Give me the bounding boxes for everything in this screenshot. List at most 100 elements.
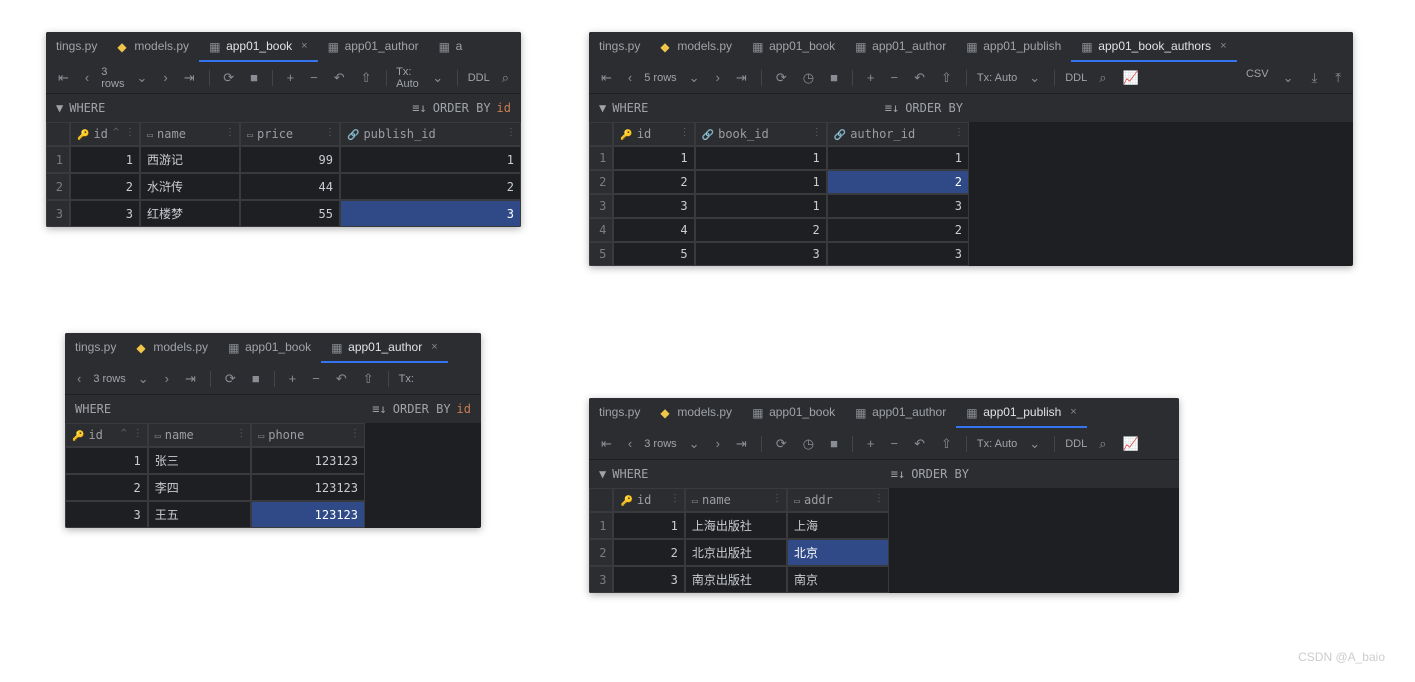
tx-mode[interactable]: Tx: Auto: [977, 72, 1017, 84]
where-label[interactable]: WHERE: [612, 467, 648, 481]
tab-book[interactable]: ▦app01_book: [218, 333, 321, 363]
add-row-button[interactable]: +: [863, 68, 879, 87]
commit-button[interactable]: ⇧: [937, 68, 956, 88]
chevron-down-icon[interactable]: ⌄: [685, 434, 704, 454]
last-page-button[interactable]: ⇥: [181, 369, 200, 389]
col-phone[interactable]: ▭phone⋮: [251, 423, 365, 447]
orderby-value[interactable]: id: [457, 402, 471, 416]
table-row[interactable]: 22北京出版社北京: [589, 539, 889, 566]
chart-icon[interactable]: 📈: [1118, 434, 1142, 454]
delete-row-button[interactable]: −: [306, 68, 322, 87]
orderby-label[interactable]: ORDER BY: [905, 101, 963, 115]
tab-models[interactable]: ◆models.py: [650, 398, 742, 428]
search-icon[interactable]: ⌕: [498, 68, 513, 88]
row-count[interactable]: 5 rows: [644, 72, 676, 84]
next-page-button[interactable]: ›: [161, 369, 173, 388]
tx-mode[interactable]: Tx: Auto: [977, 438, 1017, 450]
row-count[interactable]: 3 rows: [644, 438, 676, 450]
ddl-button[interactable]: DDL: [1065, 72, 1087, 84]
sort-icon[interactable]: ≡↓: [891, 467, 905, 481]
first-page-button[interactable]: ⇤: [597, 68, 616, 88]
table-row[interactable]: 33南京出版社南京: [589, 566, 889, 593]
refresh-button[interactable]: ⟳: [772, 434, 791, 454]
orderby-label[interactable]: ORDER BY: [911, 467, 969, 481]
ddl-button[interactable]: DDL: [1065, 438, 1087, 450]
add-row-button[interactable]: +: [863, 434, 879, 453]
close-icon[interactable]: ×: [431, 341, 437, 353]
tab-author[interactable]: ▦app01_author: [318, 32, 429, 62]
refresh-button[interactable]: ⟳: [221, 369, 240, 389]
table-row[interactable]: 4422: [589, 218, 969, 242]
chart-icon[interactable]: 📈: [1118, 68, 1142, 88]
tab-models[interactable]: ◆models.py: [650, 32, 742, 62]
tab-book[interactable]: ▦app01_book: [742, 32, 845, 62]
col-name[interactable]: ▭name⋮: [148, 423, 251, 447]
tab-a[interactable]: ▦a: [429, 32, 473, 62]
clock-icon[interactable]: ◷: [799, 68, 818, 88]
table-row[interactable]: 2 2 水浒传 44 2: [46, 173, 521, 200]
tab-publish[interactable]: ▦app01_publish: [956, 32, 1071, 62]
table-row[interactable]: 2212: [589, 170, 969, 194]
filter-icon[interactable]: ▼: [599, 101, 606, 115]
refresh-button[interactable]: ⟳: [219, 68, 238, 88]
tab-tings[interactable]: tings.py: [589, 398, 650, 428]
close-icon[interactable]: ×: [1220, 40, 1226, 52]
stop-button[interactable]: ■: [248, 369, 264, 388]
chevron-down-icon[interactable]: ⌄: [428, 68, 447, 88]
col-id[interactable]: 🔑id^ ⋮: [70, 122, 140, 146]
col-price[interactable]: ▭price⋮: [240, 122, 340, 146]
col-publish-id[interactable]: 🔗publish_id⋮: [340, 122, 521, 146]
close-icon[interactable]: ×: [1070, 406, 1076, 418]
last-page-button[interactable]: ⇥: [732, 434, 751, 454]
next-page-button[interactable]: ›: [712, 68, 724, 87]
add-row-button[interactable]: +: [283, 68, 299, 87]
table-row[interactable]: 3 3 红楼梦 55 3: [46, 200, 521, 227]
table-row[interactable]: 2李四123123: [65, 474, 365, 501]
table-row[interactable]: 1111: [589, 146, 969, 170]
first-page-button[interactable]: ⇤: [597, 434, 616, 454]
chevron-down-icon[interactable]: ⌄: [132, 68, 151, 88]
stop-button[interactable]: ■: [826, 434, 842, 453]
tab-book-authors[interactable]: ▦app01_book_authors×: [1071, 32, 1236, 62]
prev-page-button[interactable]: ‹: [624, 68, 636, 87]
stop-button[interactable]: ■: [246, 68, 262, 87]
tab-author[interactable]: ▦app01_author: [845, 398, 956, 428]
col-id[interactable]: 🔑id^ ⋮: [65, 423, 148, 447]
orderby-value[interactable]: id: [497, 101, 511, 115]
revert-button[interactable]: ↶: [910, 68, 929, 88]
first-page-button[interactable]: ⇤: [54, 68, 73, 88]
col-addr[interactable]: ▭addr⋮: [787, 488, 889, 512]
add-row-button[interactable]: +: [285, 369, 301, 388]
chevron-down-icon[interactable]: ⌄: [134, 369, 153, 389]
tab-author[interactable]: ▦app01_author×: [321, 333, 448, 363]
where-label[interactable]: WHERE: [612, 101, 648, 115]
col-book-id[interactable]: 🔗book_id⋮: [695, 122, 827, 146]
refresh-button[interactable]: ⟳: [772, 68, 791, 88]
last-page-button[interactable]: ⇥: [180, 68, 199, 88]
chevron-down-icon[interactable]: ⌄: [685, 68, 704, 88]
col-id[interactable]: 🔑id⋮: [613, 122, 694, 146]
filter-icon[interactable]: ▼: [599, 467, 606, 481]
tab-tings[interactable]: tings.py: [65, 333, 126, 363]
table-row[interactable]: 1张三123123: [65, 447, 365, 474]
commit-button[interactable]: ⇧: [357, 68, 376, 88]
where-label[interactable]: WHERE: [69, 101, 105, 115]
search-icon[interactable]: ⌕: [1095, 434, 1110, 454]
delete-row-button[interactable]: −: [887, 68, 903, 87]
stop-button[interactable]: ■: [826, 68, 842, 87]
table-row[interactable]: 5533: [589, 242, 969, 266]
sort-icon[interactable]: ≡↓: [885, 101, 899, 115]
prev-page-button[interactable]: ‹: [81, 68, 93, 87]
csv-button[interactable]: CSV: [1246, 68, 1269, 88]
next-page-button[interactable]: ›: [159, 68, 171, 87]
row-count[interactable]: 3 rows: [93, 373, 125, 385]
chevron-down-icon[interactable]: ⌄: [1025, 434, 1044, 454]
tx-mode[interactable]: Tx:: [399, 373, 414, 385]
commit-button[interactable]: ⇧: [359, 369, 378, 389]
sort-icon[interactable]: ≡↓: [372, 402, 386, 416]
download-icon[interactable]: ⤓: [1308, 68, 1322, 88]
where-label[interactable]: WHERE: [75, 402, 111, 416]
col-name[interactable]: ▭name⋮: [140, 122, 240, 146]
delete-row-button[interactable]: −: [308, 369, 324, 388]
sort-icon[interactable]: ≡↓: [412, 101, 426, 115]
